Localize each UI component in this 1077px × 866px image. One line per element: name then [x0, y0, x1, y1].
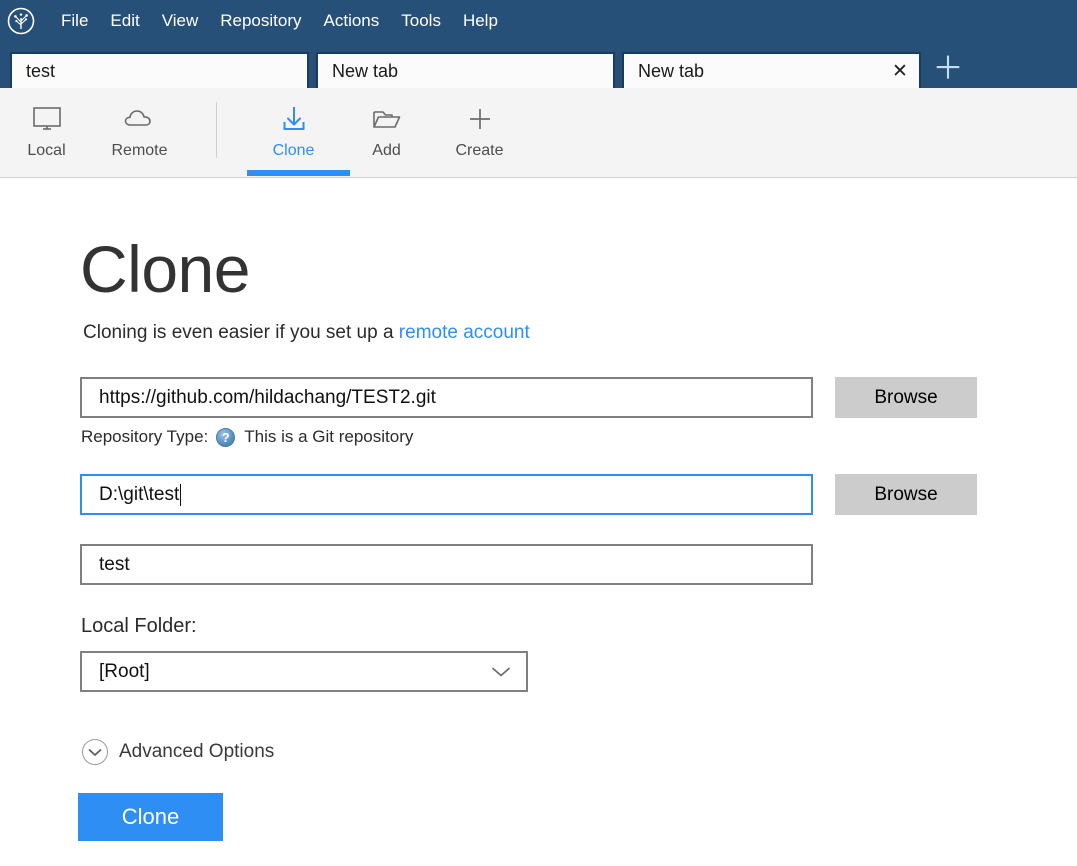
help-icon[interactable]: ? [216, 427, 236, 447]
download-icon [277, 102, 311, 138]
menu-item-actions[interactable]: Actions [313, 0, 391, 42]
chevron-down-circle-icon [82, 739, 108, 765]
browse-source-button[interactable]: Browse [835, 377, 977, 418]
tab-label: New tab [332, 60, 399, 81]
tab-new-tab-1[interactable]: New tab [316, 52, 615, 88]
menu-item-repository[interactable]: Repository [209, 0, 312, 42]
toolbar-item-create[interactable]: Create [433, 88, 526, 176]
name-input[interactable]: test [80, 544, 813, 585]
close-icon[interactable]: ✕ [891, 62, 909, 81]
page-title: Clone [80, 232, 250, 306]
destination-path-value: D:\git\test [99, 483, 180, 505]
folder-open-icon [370, 102, 404, 138]
local-folder-value: [Root] [99, 660, 150, 682]
advanced-options-toggle[interactable]: Advanced Options [82, 739, 274, 765]
toolbar-item-add[interactable]: Add [340, 88, 433, 176]
text-caret [180, 483, 182, 506]
toolbar-item-remote[interactable]: Remote [93, 88, 186, 176]
remote-account-link[interactable]: remote account [399, 322, 530, 343]
name-value: test [99, 553, 130, 575]
menu-item-file[interactable]: File [50, 0, 99, 42]
subtitle-text: Cloning is even easier if you set up a [83, 322, 399, 343]
cloud-icon [122, 102, 158, 138]
toolbar-item-label: Clone [272, 142, 315, 159]
toolbar-item-label: Local [27, 142, 66, 159]
local-folder-dropdown[interactable]: [Root] [80, 651, 528, 692]
toolbar-group-left: Local Remote [0, 88, 186, 176]
browse-destination-button[interactable]: Browse [835, 474, 977, 515]
toolbar-item-local[interactable]: Local [0, 88, 93, 176]
advanced-options-label: Advanced Options [119, 741, 275, 762]
menu-item-edit[interactable]: Edit [99, 0, 150, 42]
clone-panel: Clone Cloning is even easier if you set … [0, 178, 1077, 866]
repository-type-row: Repository Type: ? This is a Git reposit… [81, 427, 413, 447]
tab-strip: test New tab New tab ✕ ＋ [0, 42, 1077, 88]
chevron-down-icon [491, 665, 511, 678]
add-tab-icon[interactable]: ＋ [930, 52, 966, 88]
subtitle: Cloning is even easier if you set up a r… [83, 322, 530, 344]
repository-type-label: Repository Type: [81, 427, 209, 446]
sourcetree-logo-icon [0, 0, 42, 42]
toolbar-item-clone[interactable]: Clone [247, 88, 350, 176]
menu-item-view[interactable]: View [151, 0, 210, 42]
toolbar-divider [216, 102, 217, 158]
toolbar: Local Remote Clone Add Create [0, 88, 1077, 178]
toolbar-item-label: Add [372, 142, 401, 159]
toolbar-item-label: Create [455, 142, 504, 159]
monitor-icon [30, 102, 64, 138]
source-url-value: https://github.com/hildachang/TEST2.git [99, 386, 436, 408]
tab-label: New tab [638, 60, 705, 81]
repository-type-status: This is a Git repository [244, 427, 414, 446]
tab-test[interactable]: test [10, 52, 309, 88]
plus-icon [463, 102, 497, 138]
tab-label: test [26, 60, 56, 81]
toolbar-group-right: Clone Add Create [247, 88, 526, 176]
title-bar: File Edit View Repository Actions Tools … [0, 0, 1077, 42]
menu-bar: File Edit View Repository Actions Tools … [50, 0, 509, 42]
toolbar-item-label: Remote [111, 142, 168, 159]
clone-button[interactable]: Clone [78, 793, 223, 841]
menu-item-help[interactable]: Help [452, 0, 509, 42]
active-tab-indicator [247, 170, 350, 176]
source-url-input[interactable]: https://github.com/hildachang/TEST2.git [80, 377, 813, 418]
tab-new-tab-2-active[interactable]: New tab ✕ [622, 52, 921, 88]
destination-path-input[interactable]: D:\git\test [80, 474, 813, 515]
menu-item-tools[interactable]: Tools [390, 0, 452, 42]
local-folder-label: Local Folder: [81, 615, 197, 637]
